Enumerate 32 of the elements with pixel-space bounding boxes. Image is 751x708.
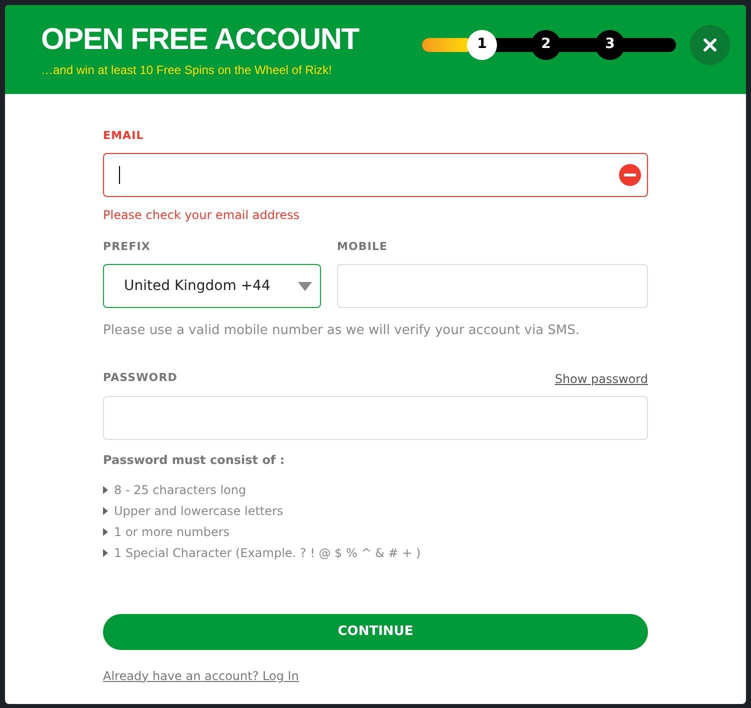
password-rules-title: Password must consist of : — [103, 452, 286, 468]
login-link[interactable]: Already have an account? Log In — [103, 666, 299, 684]
mobile-hint: Please use a valid mobile number as we will verify your account via SMS. — [103, 322, 581, 340]
bullet-icon — [103, 486, 108, 494]
password-rule: 1 or more numbers — [114, 524, 230, 540]
promo-subtitle: …and win at least 10 Free Spins on the Wheel of Rizk! — [41, 62, 333, 78]
step-indicator: 3 — [595, 30, 625, 60]
close-icon — [703, 38, 717, 52]
field-label: PASSWORD — [103, 370, 178, 386]
step-indicator: 1 — [467, 30, 497, 60]
email-field[interactable] — [103, 152, 648, 196]
text-cursor — [119, 166, 120, 184]
password-field[interactable] — [103, 396, 648, 440]
continue-button[interactable]: CONTINUE — [103, 614, 648, 650]
field-label: MOBILE — [337, 238, 389, 254]
field-label: PREFIX — [103, 238, 152, 254]
bullet-icon — [103, 528, 108, 536]
dialog-title: OPEN FREE ACCOUNT — [41, 22, 360, 58]
mobile-field[interactable] — [337, 264, 648, 308]
close-button[interactable] — [690, 24, 730, 64]
dropdown-icon — [298, 282, 312, 290]
bullet-icon — [103, 507, 108, 515]
password-rule: Upper and lowercase letters — [114, 502, 284, 520]
bullet-icon — [103, 549, 108, 557]
prefix-select[interactable]: United Kingdom +44 — [103, 264, 321, 308]
step-indicator: 2 — [531, 30, 561, 60]
password-rule: 8 - 25 characters long — [114, 482, 246, 498]
error-message: Please check your email address — [103, 206, 301, 224]
password-rule: 1 Special Character (Example. ? ! @ $ % ^ & # + ) — [114, 544, 421, 562]
error-icon — [619, 164, 641, 186]
field-label: EMAIL — [103, 128, 145, 144]
show-password-link[interactable]: Show password — [554, 370, 648, 388]
